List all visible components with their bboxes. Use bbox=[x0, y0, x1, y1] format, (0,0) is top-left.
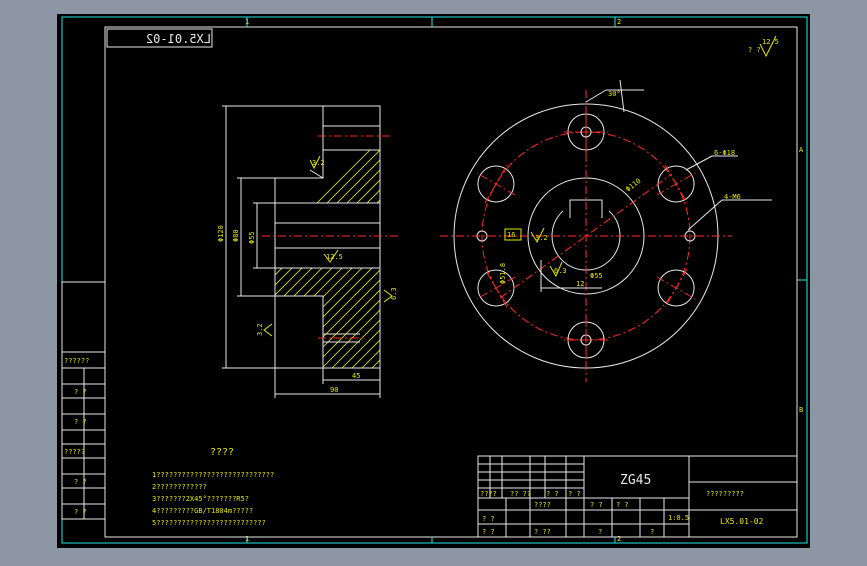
tb-cell-3: ?? ?? bbox=[510, 490, 531, 498]
notes-heading: ???? bbox=[210, 447, 234, 458]
model-space bbox=[57, 14, 810, 548]
material: ZG45 bbox=[620, 473, 651, 488]
dim-d120: Φ120 bbox=[217, 225, 225, 242]
tb-cell-9: ? ?? bbox=[534, 528, 551, 536]
drawing-no: LX5.01-02 bbox=[720, 517, 764, 526]
dim-d80: Φ80 bbox=[232, 229, 240, 242]
drawing-canvas: 1 2 1 2 A B LX5.01-02 ?????? ? ? ? ? ???… bbox=[57, 14, 810, 548]
rough-section-1: 3.2 bbox=[312, 159, 325, 167]
cad-viewport: 1 2 1 2 A B LX5.01-02 ?????? ? ? ? ? ???… bbox=[0, 0, 867, 562]
rev-cell-2: ? ? bbox=[74, 418, 87, 426]
tb-cell-6: ???? bbox=[534, 501, 551, 509]
border-mark-right-b: B bbox=[799, 406, 803, 414]
border-mark-bottom-1: 1 bbox=[245, 535, 249, 543]
dim-6xd18: 6-Φ18 bbox=[714, 149, 735, 157]
rev-cell-3: ????? bbox=[64, 448, 85, 456]
dim-90: 90 bbox=[330, 386, 338, 394]
tb-cell-2: ???? bbox=[480, 490, 497, 498]
rev-cell-0: ?????? bbox=[64, 357, 89, 365]
dim-4xm6: 4-M6 bbox=[724, 193, 741, 201]
note-line-2: 2???????????? bbox=[152, 483, 207, 491]
note-line-3: 3???????2X45°???????R5? bbox=[152, 495, 249, 503]
tb-cell-8: ? ? bbox=[482, 528, 495, 536]
tb-sheet-1: ? bbox=[598, 528, 602, 536]
rough-general-value: 12.5 bbox=[762, 38, 779, 46]
rough-front-2: 6.3 bbox=[554, 267, 567, 275]
part-name: ????????? bbox=[706, 490, 744, 498]
tb-cell-1: ? ? bbox=[616, 501, 629, 509]
border-mark-top-1: 1 bbox=[245, 18, 249, 26]
dim-d55: Φ55 bbox=[248, 231, 256, 244]
tb-cell-4: ? ? bbox=[546, 490, 559, 498]
tb-cell-5: ? ? bbox=[568, 490, 581, 498]
tb-cell-7: ? ? bbox=[482, 515, 495, 523]
dim-d55-front: Φ55 bbox=[590, 272, 603, 280]
rev-cell-5: ? ? bbox=[74, 508, 87, 516]
tb-cell-0: ? ? bbox=[590, 501, 603, 509]
dim-d51-8: Φ51.8 bbox=[499, 263, 507, 284]
dim-45: 45 bbox=[352, 372, 360, 380]
rough-section-2: 12.5 bbox=[326, 253, 343, 261]
tb-sheet-2: ? bbox=[650, 528, 654, 536]
rough-front-1: 3.2 bbox=[535, 234, 548, 242]
rough-section-4: 3.2 bbox=[256, 323, 264, 336]
dim-16: 16 bbox=[507, 231, 515, 239]
drawing-no-mirror: LX5.01-02 bbox=[146, 32, 211, 46]
rev-cell-1: ? ? bbox=[74, 388, 87, 396]
dim-30deg: 30° bbox=[608, 90, 621, 98]
rev-cell-4: ? ? bbox=[74, 478, 87, 486]
scale: 1:0.5 bbox=[668, 514, 689, 522]
rough-section-3: 6.3 bbox=[390, 287, 398, 300]
border-mark-top-2: 2 bbox=[617, 18, 621, 26]
note-line-5: 5?????????????????????????? bbox=[152, 519, 266, 527]
dim-key-width: 12 bbox=[576, 280, 584, 288]
rough-general-prefix: ? ? bbox=[748, 46, 761, 54]
note-line-4: 4?????????GB/T1804m????? bbox=[152, 507, 253, 515]
border-mark-bottom-2: 2 bbox=[617, 535, 621, 543]
note-line-1: 1???????????????????????????? bbox=[152, 471, 274, 479]
